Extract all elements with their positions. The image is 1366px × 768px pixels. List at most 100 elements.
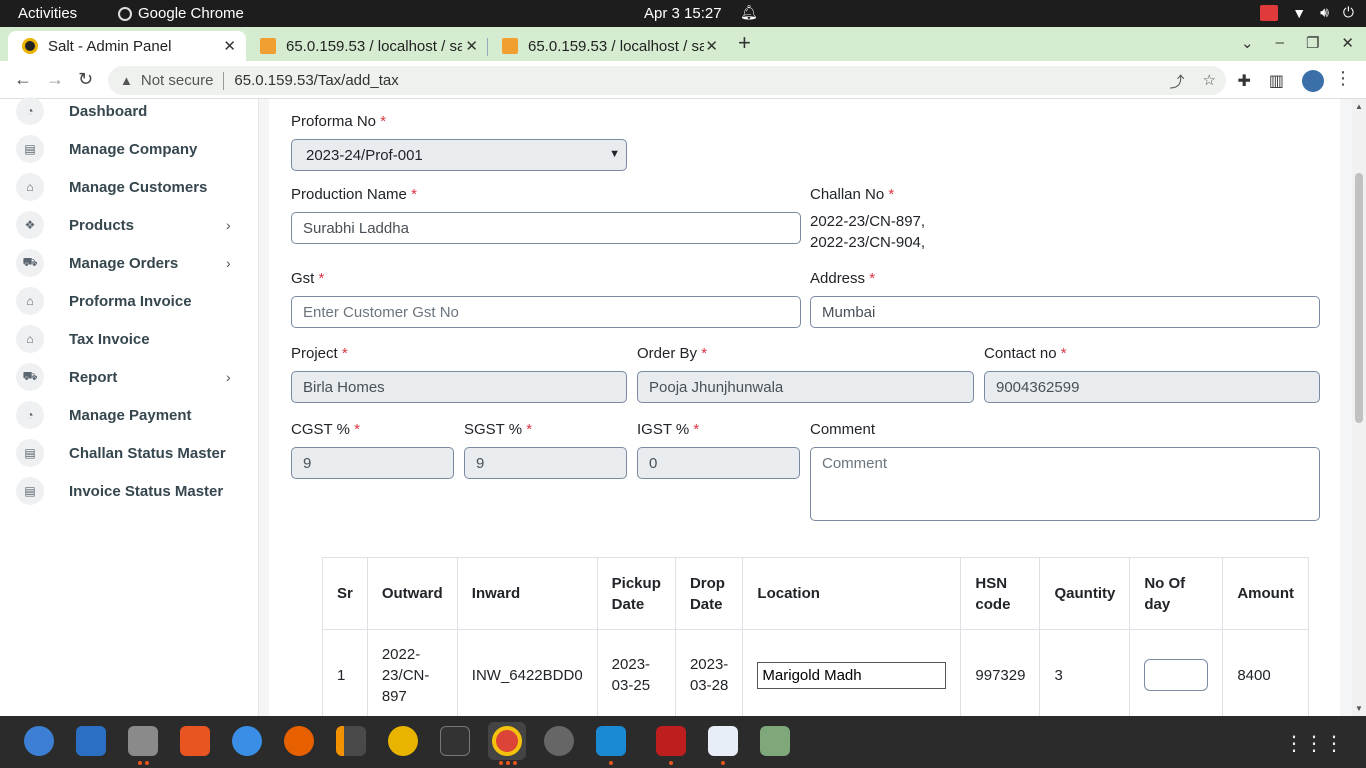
order-by-input[interactable]: Pooja Jhunjhunwala (637, 371, 974, 403)
gst-input[interactable]: Enter Customer Gst No (291, 296, 801, 328)
share-icon[interactable]: ⤴ (1170, 71, 1185, 92)
phpmyadmin-icon (502, 38, 518, 54)
inkscape-icon[interactable] (544, 726, 574, 756)
power-icon: ⏻ (1342, 4, 1354, 20)
omnibox[interactable]: ▲ Not secure 65.0.159.53/Tax/add_tax ⤴ ☆ (108, 66, 1226, 95)
boxes-icon: ❖ (16, 211, 44, 239)
new-tab-button[interactable]: + (738, 30, 751, 56)
address-input[interactable]: Mumbai (810, 296, 1320, 328)
files-icon[interactable] (128, 726, 158, 756)
sidebar-item-challan-status-master[interactable]: ▤ Challan Status Master (0, 434, 259, 472)
salt-favicon-icon (22, 38, 38, 54)
firefox-icon[interactable] (284, 726, 314, 756)
restore-icon[interactable]: ❐ (1306, 34, 1319, 52)
vscode-icon[interactable] (596, 726, 626, 756)
col-no-of-day: No Of day (1129, 557, 1224, 630)
volume-icon: 🔊︎ (1320, 4, 1329, 20)
reload-icon[interactable]: ↻ (78, 69, 93, 90)
system-tray[interactable]: ▼ 🔊︎ ⏻ (1260, 4, 1354, 21)
dock: ⋮⋮⋮ (0, 716, 1366, 768)
kebab-menu-icon[interactable]: ⋮ (1334, 68, 1352, 89)
cell-quantity: 3 (1039, 629, 1131, 716)
bookmark-star-icon[interactable]: ☆ (1203, 71, 1216, 92)
sidebar-item-report[interactable]: ⛟ Report › (0, 358, 259, 396)
chevron-right-icon: › (226, 255, 231, 271)
clock[interactable]: Apr 3 15:27 (644, 5, 722, 22)
production-name-label: Production Name * (291, 186, 417, 203)
help-icon[interactable] (232, 726, 262, 756)
close-window-icon[interactable]: ✕ (1341, 34, 1354, 52)
contact-no-input[interactable]: 9004362599 (984, 371, 1320, 403)
cell-amount: 8400 (1222, 629, 1309, 716)
sidebar-item-dashboard[interactable]: ◔ Dashboard (0, 92, 259, 130)
tab-title: 65.0.159.53 / localhost / sa (286, 37, 462, 55)
url-text[interactable]: 65.0.159.53/Tax/add_tax (234, 72, 398, 89)
minimize-icon[interactable]: – (1276, 34, 1284, 52)
window-controls: ⌄ – ❐ ✕ (1241, 34, 1354, 52)
col-quantity: Qauntity (1039, 557, 1131, 630)
extensions-icon[interactable]: ✚ (1237, 71, 1250, 91)
thunderbird-icon[interactable] (24, 726, 54, 756)
sidebar-item-manage-orders[interactable]: ⛟ Manage Orders › (0, 244, 259, 282)
writer-icon[interactable] (76, 726, 106, 756)
filezilla-icon[interactable] (656, 726, 686, 756)
igst-input[interactable]: 0 (637, 447, 800, 479)
sidebar-item-invoice-status-master[interactable]: ▤ Invoice Status Master (0, 472, 259, 510)
close-icon[interactable]: ✕ (223, 37, 236, 55)
tab-phpmyadmin-2[interactable]: 65.0.159.53 / localhost / sa ✕ (488, 31, 728, 61)
close-icon[interactable]: ✕ (465, 37, 478, 55)
app-menu[interactable]: Google Chrome (118, 5, 244, 22)
close-icon[interactable]: ✕ (705, 37, 718, 55)
app-center-icon[interactable] (180, 726, 210, 756)
cgst-label: CGST % * (291, 421, 360, 438)
chevron-down-icon[interactable]: ⌄ (1241, 34, 1254, 52)
sidebar-item-manage-payment[interactable]: ◔ Manage Payment (0, 396, 259, 434)
show-apps-icon[interactable]: ⋮⋮⋮ (1284, 731, 1344, 756)
text-editor-icon[interactable] (708, 726, 738, 756)
location-input[interactable]: Marigold Madh (757, 661, 947, 689)
scroll-down-icon[interactable]: ▼ (1355, 704, 1363, 713)
profile-avatar[interactable] (1302, 70, 1324, 92)
activities-button[interactable]: Activities (18, 5, 77, 22)
tab-title: 65.0.159.53 / localhost / sa (528, 37, 704, 55)
tax-invoice-form-card: Proforma No * 2023-24/Prof-001 ▼ Product… (269, 99, 1340, 716)
proforma-no-select[interactable]: 2023-24/Prof-001 ▼ (291, 139, 627, 171)
contact-no-label: Contact no * (984, 345, 1067, 362)
trash-icon[interactable] (760, 726, 790, 756)
warning-icon[interactable]: ▲ (120, 73, 133, 88)
sublime-icon[interactable] (336, 726, 366, 756)
rhythmbox-icon[interactable] (388, 726, 418, 756)
sgst-input[interactable]: 9 (464, 447, 627, 479)
no-of-day-input[interactable] (1144, 659, 1209, 691)
sidebar-item-manage-company[interactable]: ▤ Manage Company (0, 130, 259, 168)
sidebar-item-manage-customers[interactable]: ⌂ Manage Customers (0, 168, 259, 206)
cgst-input[interactable]: 9 (291, 447, 454, 479)
tab-phpmyadmin-1[interactable]: 65.0.159.53 / localhost / sa ✕ (246, 31, 488, 61)
back-icon[interactable]: ← (14, 69, 32, 90)
scroll-up-icon[interactable]: ▲ (1355, 102, 1363, 111)
cell-outward: 2022-23/CN-897 (366, 629, 458, 716)
scrollbar-thumb[interactable] (1355, 173, 1363, 423)
building-icon: ▤ (16, 135, 44, 163)
production-name-input[interactable]: Surabhi Laddha (291, 212, 801, 244)
main-content: Proforma No * 2023-24/Prof-001 ▼ Product… (259, 99, 1352, 716)
truck-icon: ⛟ (16, 249, 44, 277)
forward-icon[interactable]: → (46, 69, 64, 90)
anydesk-icon[interactable] (1260, 4, 1279, 21)
sidebar-item-products[interactable]: ❖ Products › (0, 206, 259, 244)
col-sr: Sr (322, 557, 368, 630)
project-input[interactable]: Birla Homes (291, 371, 627, 403)
side-panel-icon[interactable]: ▥ (1269, 71, 1284, 91)
vertical-scrollbar[interactable]: ▲ ▼ (1352, 99, 1366, 716)
challan-no-item: 2022-23/CN-897, (810, 213, 926, 230)
chevron-right-icon: › (226, 217, 231, 233)
comment-textarea[interactable]: Comment (810, 447, 1320, 521)
sidebar-item-proforma-invoice[interactable]: ⌂ Proforma Invoice (0, 282, 259, 320)
tab-salt-admin[interactable]: Salt - Admin Panel ✕ (8, 31, 246, 61)
building-icon: ▤ (16, 439, 44, 467)
col-pickup-date: Pickup Date (596, 557, 676, 630)
sidebar-item-tax-invoice[interactable]: ⌂ Tax Invoice (0, 320, 259, 358)
chrome-icon[interactable] (492, 726, 522, 756)
terminal-icon[interactable] (440, 726, 470, 756)
items-table: Sr Outward Inward Pickup Date Drop Date … (322, 557, 1309, 716)
